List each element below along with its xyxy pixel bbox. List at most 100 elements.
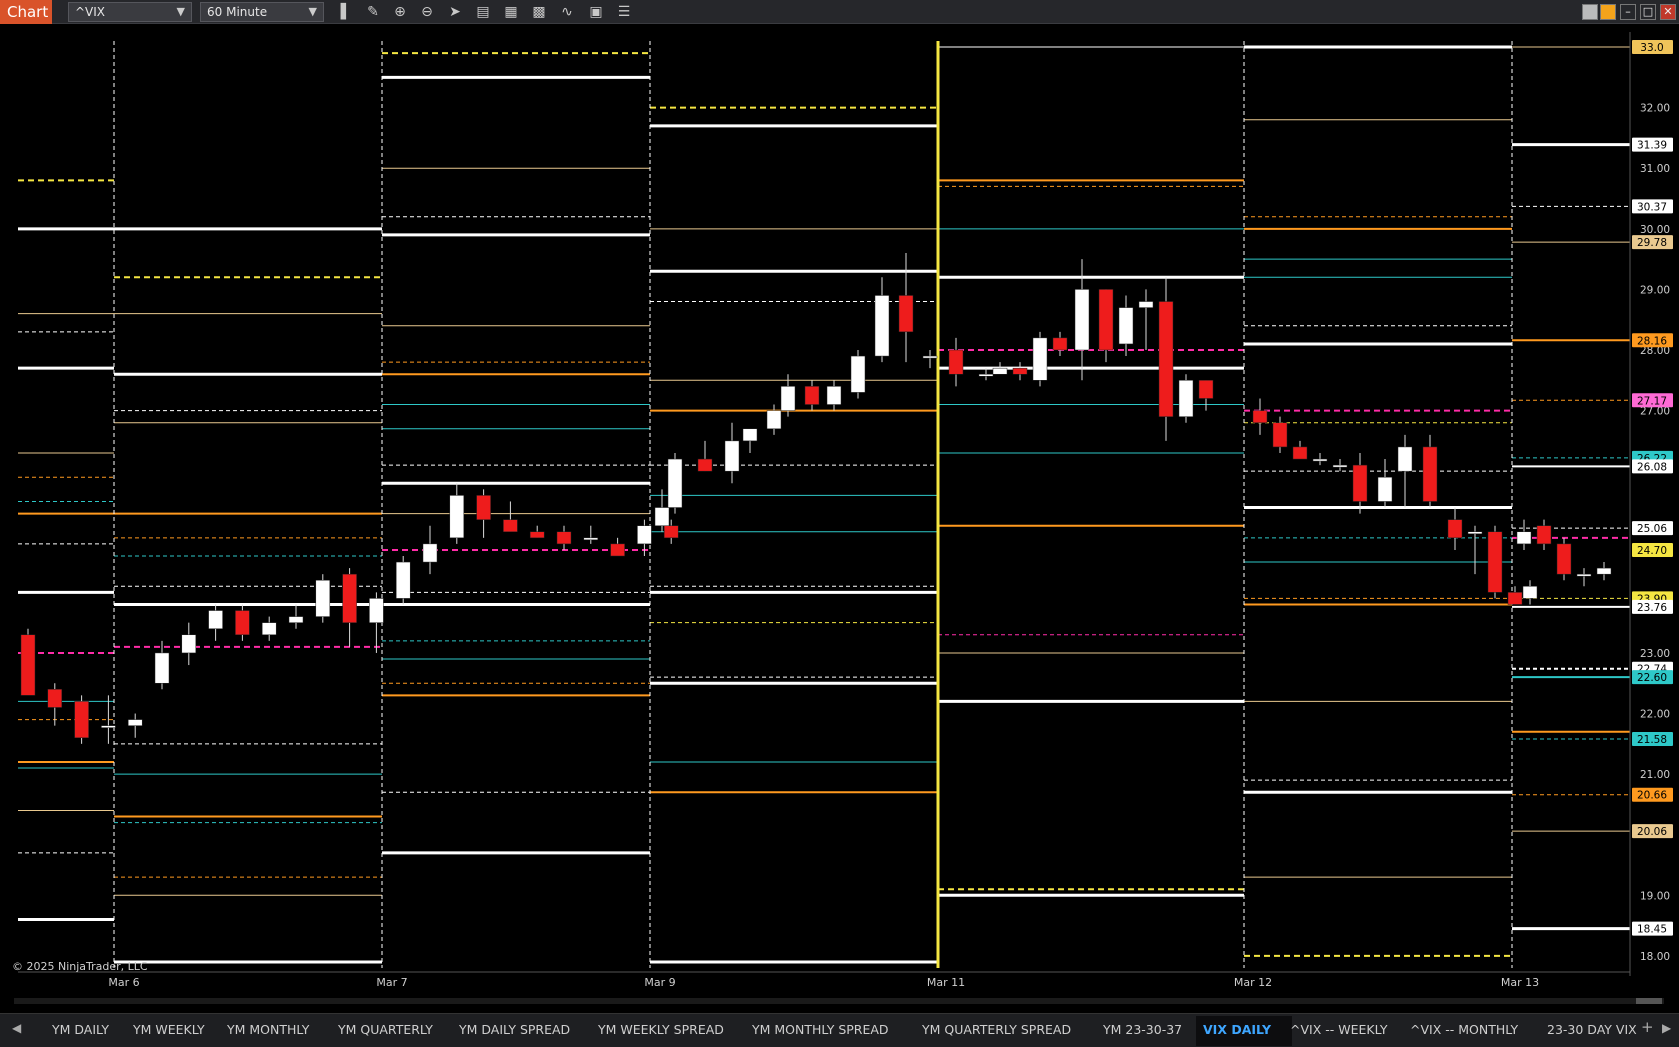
x-tick-label: Mar 7 — [376, 976, 407, 989]
price-marker: 21.58 — [1632, 731, 1673, 746]
minimize-icon[interactable]: – — [1620, 4, 1636, 20]
y-tick-label: 21.00 — [1640, 769, 1670, 781]
price-axis: 18.0019.0021.0022.0023.0027.0028.0029.00… — [1629, 32, 1673, 976]
candle-body — [1516, 531, 1532, 545]
x-tick-label: Mar 12 — [1234, 976, 1272, 989]
candle-body — [583, 537, 599, 541]
candle-body — [1312, 458, 1328, 462]
tab-ym-daily-spread[interactable]: YM DAILY SPREAD — [459, 1022, 570, 1037]
draw-pencil-icon[interactable]: ✎ — [364, 3, 382, 21]
price-marker: 31.39 — [1632, 137, 1673, 152]
candle-body — [1074, 289, 1090, 351]
tab-vix-monthly[interactable]: ^VIX -- MONTHLY — [1410, 1022, 1518, 1037]
candle-body — [369, 598, 384, 623]
add-tab-icon[interactable]: + — [1641, 1018, 1654, 1036]
copyright-text: © 2025 NinjaTrader, LLC — [12, 960, 148, 973]
candle-body — [1118, 307, 1134, 345]
data-box-icon[interactable]: ▤ — [474, 3, 492, 21]
tab-vix-weekly[interactable]: ^VIX -- WEEKLY — [1290, 1022, 1388, 1037]
candle-body — [154, 652, 170, 684]
price-marker: 25.06 — [1632, 521, 1673, 536]
price-marker: 28.16 — [1632, 333, 1673, 348]
level-lines — [18, 41, 1630, 968]
tab-vix-daily[interactable]: VIX DAILY — [1203, 1022, 1271, 1037]
price-marker-label: 20.66 — [1637, 790, 1667, 802]
tab-ym-quarterly[interactable]: YM QUARTERLY — [338, 1022, 433, 1037]
price-marker: 29.78 — [1632, 235, 1673, 250]
candle-body — [101, 725, 116, 728]
y-tick-label: 32.00 — [1640, 103, 1670, 115]
price-marker: 22.60 — [1632, 670, 1673, 685]
tab-ym-weekly[interactable]: YM WEEKLY — [133, 1022, 205, 1037]
instrument-selector[interactable]: ^VIX ▼ — [68, 2, 192, 22]
price-marker-label: 22.60 — [1637, 672, 1667, 684]
price-marker-label: 21.58 — [1637, 734, 1667, 746]
candle-body — [315, 579, 331, 617]
y-tick-label: 30.00 — [1640, 224, 1670, 236]
chart-window-label: Chart — [0, 0, 52, 24]
window-color-icon[interactable] — [1582, 4, 1598, 20]
candle-body — [667, 458, 683, 508]
candle-body — [1292, 446, 1308, 460]
tab-ym-monthly-spread[interactable]: YM MONTHLY SPREAD — [752, 1022, 889, 1037]
link-color-icon[interactable] — [1600, 4, 1616, 20]
candle-body — [1507, 592, 1523, 605]
candle-body — [978, 373, 994, 377]
candle-body — [1012, 367, 1028, 375]
price-marker-label: 28.16 — [1637, 335, 1667, 347]
price-marker: 18.45 — [1632, 921, 1673, 936]
interval-selector[interactable]: 60 Minute ▼ — [200, 2, 324, 22]
price-marker-label: 18.45 — [1637, 924, 1667, 936]
price-marker-label: 26.08 — [1637, 461, 1667, 473]
tab-ym-daily[interactable]: YM DAILY — [52, 1022, 109, 1037]
maximize-icon[interactable]: □ — [1640, 4, 1656, 20]
candlesticks — [20, 253, 1612, 744]
price-marker-label: 24.70 — [1637, 545, 1667, 557]
tab-ym-23-30-37[interactable]: YM 23-30-37 — [1103, 1022, 1182, 1037]
candle-body — [1487, 531, 1503, 593]
strategy-icon[interactable]: ∿ — [558, 3, 576, 21]
x-tick-label: Mar 6 — [108, 976, 139, 989]
candle-body — [20, 634, 36, 696]
candle-body — [948, 349, 964, 375]
tab-ym-monthly[interactable]: YM MONTHLY — [227, 1022, 309, 1037]
candle-body — [1536, 525, 1552, 545]
candle-body — [342, 573, 357, 623]
price-marker-label: 33.0 — [1640, 42, 1663, 54]
chevron-down-icon[interactable]: ▼ — [177, 3, 185, 21]
candle-body — [874, 295, 890, 357]
tab-scroll-left-icon[interactable]: ◀ — [12, 1021, 21, 1035]
tab-ym-weekly-spread[interactable]: YM WEEKLY SPREAD — [598, 1022, 724, 1037]
candle-body — [1158, 301, 1174, 417]
templates-icon[interactable]: ▩ — [530, 3, 548, 21]
y-tick-label: 18.00 — [1640, 951, 1670, 963]
candle-body — [663, 525, 679, 539]
candle-body — [1576, 573, 1592, 577]
candle-body — [261, 622, 277, 636]
scrollbar-thumb — [1636, 998, 1662, 1004]
candle-body — [826, 386, 842, 405]
zoom-out-icon[interactable]: ⊖ — [418, 3, 436, 21]
y-tick-label: 22.00 — [1640, 709, 1670, 721]
price-marker: 23.76 — [1632, 599, 1673, 614]
candle-body — [697, 458, 713, 472]
pointer-icon[interactable]: ➤ — [446, 3, 464, 21]
candle-body — [127, 719, 143, 726]
candle-body — [1377, 476, 1393, 502]
price-marker-label: 25.06 — [1637, 523, 1667, 535]
candle-body — [780, 386, 796, 411]
tab-23-30-day-vix[interactable]: 23-30 DAY VIX — [1547, 1022, 1637, 1037]
tab-ym-quarterly-spread[interactable]: YM QUARTERLY SPREAD — [922, 1022, 1071, 1037]
indicator-icon[interactable]: ▣ — [587, 3, 605, 21]
time-axis: Mar 6 Mar 7 Mar 9 Mar 11 Mar 12 Mar 13 — [14, 971, 1664, 1004]
zoom-in-icon[interactable]: ⊕ — [391, 3, 409, 21]
properties-icon[interactable]: ▦ — [502, 3, 520, 21]
price-chart[interactable]: 18.0019.0021.0022.0023.0027.0028.0029.00… — [0, 24, 1679, 1013]
bar-type-icon[interactable]: ▌ — [337, 3, 355, 21]
close-icon[interactable]: ✕ — [1660, 4, 1676, 20]
y-tick-label: 29.00 — [1640, 284, 1670, 296]
list-icon[interactable]: ☰ — [615, 3, 633, 21]
price-marker: 30.37 — [1632, 199, 1673, 214]
tab-scroll-right-icon[interactable]: ▶ — [1662, 1021, 1671, 1035]
chevron-down-icon[interactable]: ▼ — [309, 3, 317, 21]
